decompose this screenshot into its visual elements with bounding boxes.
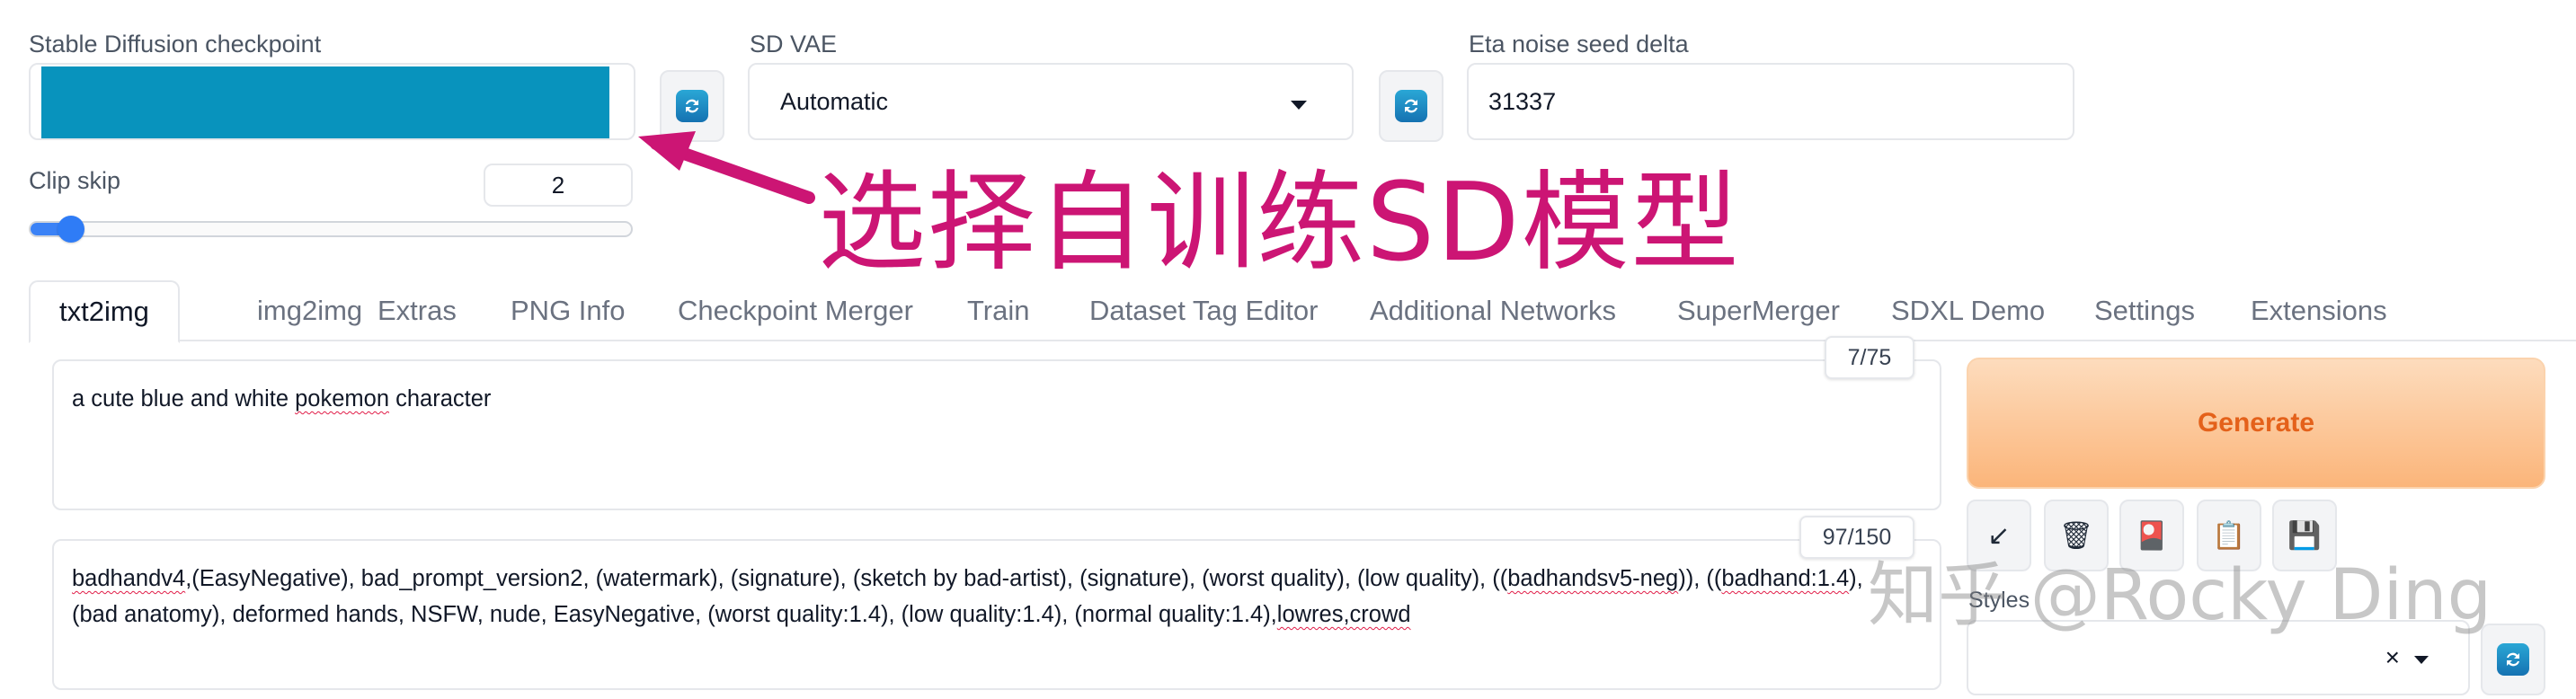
clip-skip-slider-thumb[interactable] [58, 216, 84, 243]
tab-supermerger[interactable]: SuperMerger [1677, 280, 1840, 341]
tab-dataset-tag-editor[interactable]: Dataset Tag Editor [1089, 280, 1318, 341]
negative-prompt-textarea[interactable]: badhandv4,(EasyNegative), bad_prompt_ver… [52, 539, 1941, 690]
tab-sdxl-demo[interactable]: SDXL Demo [1891, 280, 2045, 341]
vae-refresh-button[interactable] [1379, 70, 1443, 142]
negative-text-misspelled: badhandsv5-neg [1507, 566, 1679, 591]
refresh-icon [1395, 90, 1427, 122]
vae-dropdown[interactable]: Automatic [748, 63, 1354, 140]
watermark-text: 知乎 @Rocky Ding [1868, 555, 2492, 636]
checkpoint-dropdown[interactable] [29, 63, 635, 140]
eta-noise-seed-input[interactable]: 31337 [1467, 63, 2074, 140]
negative-text-misspelled: lowres,crowd [1276, 602, 1411, 627]
vae-selected-value: Automatic [780, 87, 889, 115]
annotation-arrow-icon [638, 131, 815, 204]
tab-extras[interactable]: Extras [378, 280, 457, 341]
refresh-icon [2497, 643, 2529, 676]
negative-text-misspelled: badhandv4 [72, 566, 186, 591]
eta-noise-seed-value: 31337 [1488, 87, 1557, 115]
tab-img2img[interactable]: img2img [257, 280, 362, 341]
prompt-text: character [389, 386, 492, 411]
eta-label: Eta noise seed delta [1469, 31, 1689, 58]
prompt-text: a cute blue and white [72, 386, 296, 411]
tab-train[interactable]: Train [967, 280, 1029, 341]
tab-checkpoint-merger[interactable]: Checkpoint Merger [678, 280, 913, 341]
main-tabs: txt2img img2img Extras PNG Info Checkpoi… [29, 280, 2576, 343]
chevron-down-icon [1291, 101, 1307, 110]
negative-text: )), (( [1678, 566, 1722, 591]
negative-text: ,(EasyNegative), bad_prompt_version2, (w… [185, 566, 1508, 591]
negative-text: (bad anatomy), deformed hands, NSFW, nud… [72, 602, 1277, 627]
checkpoint-label: Stable Diffusion checkpoint [29, 31, 322, 58]
tab-settings[interactable]: Settings [2094, 280, 2195, 341]
close-icon[interactable]: × [2385, 643, 2400, 672]
vae-label: SD VAE [750, 31, 838, 58]
tab-txt2img[interactable]: txt2img [29, 280, 180, 343]
generate-button[interactable]: Generate [1967, 358, 2545, 489]
negative-text-misspelled: badhand:1.4 [1721, 566, 1850, 591]
clip-skip-value: 2 [551, 171, 565, 199]
clip-skip-label: Clip skip [29, 167, 121, 194]
checkpoint-selected-value [41, 66, 609, 138]
chevron-down-icon [2414, 656, 2429, 664]
tab-extensions[interactable]: Extensions [2251, 280, 2387, 341]
clip-skip-number-input[interactable]: 2 [484, 164, 633, 207]
prompt-text-misspelled: pokemon [295, 386, 389, 411]
positive-token-counter: 7/75 [1825, 336, 1914, 379]
clip-skip-slider[interactable] [29, 216, 633, 243]
tab-png-info[interactable]: PNG Info [511, 280, 626, 341]
positive-prompt-textarea[interactable]: a cute blue and white pokemon character [52, 359, 1941, 510]
tab-additional-networks[interactable]: Additional Networks [1370, 280, 1616, 341]
negative-text: ), [1849, 566, 1863, 591]
annotation-text: 选择自训练SD模型 [818, 161, 1741, 286]
